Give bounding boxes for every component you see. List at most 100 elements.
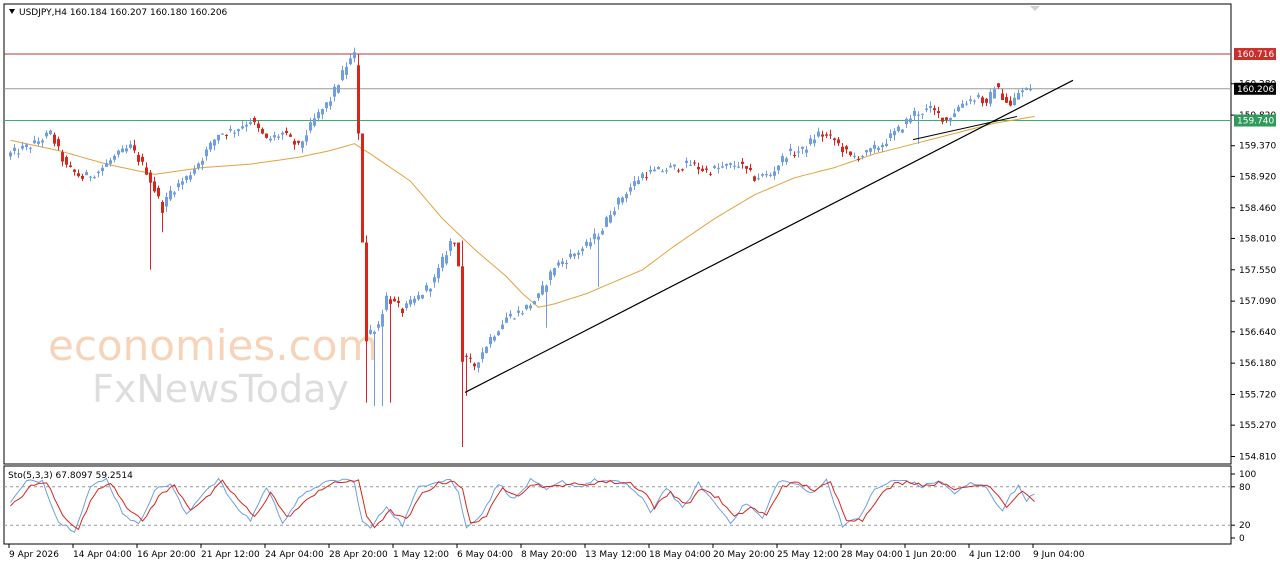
price-tick-label: 158.010	[1239, 234, 1276, 244]
candle-bear	[69, 165, 72, 167]
candle-bull	[777, 165, 780, 171]
chart-canvas[interactable]: economies.com FxNewsToday 160.280159.820…	[0, 0, 1280, 567]
candle-bull	[969, 99, 972, 102]
candle-bear	[77, 173, 80, 177]
candle-bear	[73, 169, 76, 172]
candle-bull	[1021, 90, 1024, 93]
candle-bull	[237, 129, 240, 132]
candle-bull	[177, 183, 180, 188]
candle-bear	[397, 300, 400, 303]
candle-bull	[437, 267, 440, 279]
candle-bull	[717, 167, 720, 169]
candle-bull	[377, 324, 380, 328]
stoch-tick-label: 100	[1239, 470, 1256, 480]
candle-bull	[485, 346, 488, 353]
candle-bull	[169, 190, 172, 200]
price-tick-label: 156.180	[1239, 359, 1276, 369]
candle-bull	[861, 155, 864, 157]
candle-bear	[137, 154, 140, 162]
candle-bull	[313, 118, 316, 126]
candle-bull	[269, 138, 272, 141]
time-tick-label: 28 May 04:00	[841, 550, 903, 560]
candle-bear	[253, 117, 256, 123]
candle-bull	[513, 318, 516, 320]
candle-bear	[745, 166, 748, 169]
candle-bull	[17, 153, 20, 155]
candle-bull	[605, 217, 608, 227]
candle-bull	[961, 103, 964, 108]
candle-bear	[997, 83, 1000, 88]
watermark-fxnewstoday: FxNewsToday	[92, 367, 349, 411]
candle-bear	[821, 134, 824, 137]
candle-bull	[497, 331, 500, 336]
candle-bull	[445, 255, 448, 264]
candle-bull	[877, 147, 880, 150]
candle-bull	[729, 163, 732, 165]
candle-bear	[465, 355, 468, 357]
candle-bear	[133, 145, 136, 151]
candle-bear	[265, 133, 268, 138]
candle-bull	[501, 324, 504, 330]
candle-bull	[417, 295, 420, 300]
candle-bear	[469, 357, 472, 359]
candle-bull	[29, 147, 32, 149]
price-level-label-current: 160.206	[1237, 85, 1274, 95]
candle-bull	[801, 146, 804, 149]
candle-bull	[649, 169, 652, 172]
candle-bull	[549, 271, 552, 281]
candle-bear	[985, 98, 988, 103]
time-tick-label: 4 Jun 12:00	[969, 550, 1021, 560]
candle-bull	[353, 52, 356, 59]
candle-bull	[889, 133, 892, 138]
candle-bear	[401, 308, 404, 314]
candle-bull	[533, 301, 536, 305]
candle-bull	[129, 144, 132, 148]
candle-bear	[261, 128, 264, 134]
candle-bear	[157, 187, 160, 197]
candle-bear	[709, 173, 712, 175]
candle-bear	[857, 158, 860, 160]
candle-bull	[973, 100, 976, 102]
candle-bear	[161, 202, 164, 213]
candle-bear	[365, 242, 368, 342]
candle-bull	[769, 174, 772, 176]
candle-bull	[817, 131, 820, 137]
candle-bear	[285, 130, 288, 134]
time-tick-label: 18 May 04:00	[649, 550, 711, 560]
candle-bull	[425, 285, 428, 291]
candle-bull	[733, 165, 736, 167]
candle-bull	[853, 155, 856, 157]
candle-bull	[617, 198, 620, 205]
candle-bull	[905, 118, 908, 125]
candle-bear	[361, 133, 364, 243]
candle-bull	[125, 148, 128, 152]
time-tick-label: 1 Jun 20:00	[905, 550, 957, 560]
candle-bull	[813, 139, 816, 144]
candle-bull	[773, 171, 776, 176]
candle-bull	[925, 108, 928, 111]
candle-bull	[205, 149, 208, 157]
candle-bear	[829, 134, 832, 136]
candle-bear	[65, 157, 68, 165]
candle-bull	[197, 163, 200, 169]
price-tick-label: 155.270	[1239, 421, 1276, 431]
price-tick-label: 159.370	[1239, 142, 1276, 152]
candle-bull	[785, 158, 788, 162]
candle-bull	[333, 86, 336, 97]
time-tick-label: 13 May 12:00	[585, 550, 647, 560]
candle-bull	[201, 160, 204, 165]
candle-bull	[545, 285, 548, 292]
time-tick-label: 14 Apr 04:00	[73, 550, 132, 560]
candle-bull	[249, 122, 252, 124]
candle-bull	[189, 175, 192, 180]
candle-bear	[749, 167, 752, 170]
candle-bull	[101, 167, 104, 172]
stoch-label: Sto(5,3,3) 67.8097 59.2514	[8, 471, 133, 481]
candle-bull	[577, 252, 580, 255]
time-tick-label: 25 May 12:00	[777, 550, 839, 560]
candle-bull	[597, 236, 600, 240]
price-tick-label: 156.640	[1239, 328, 1276, 338]
price-level-label-support: 159.740	[1237, 117, 1274, 127]
candle-bear	[837, 139, 840, 144]
candle-bear	[697, 167, 700, 170]
